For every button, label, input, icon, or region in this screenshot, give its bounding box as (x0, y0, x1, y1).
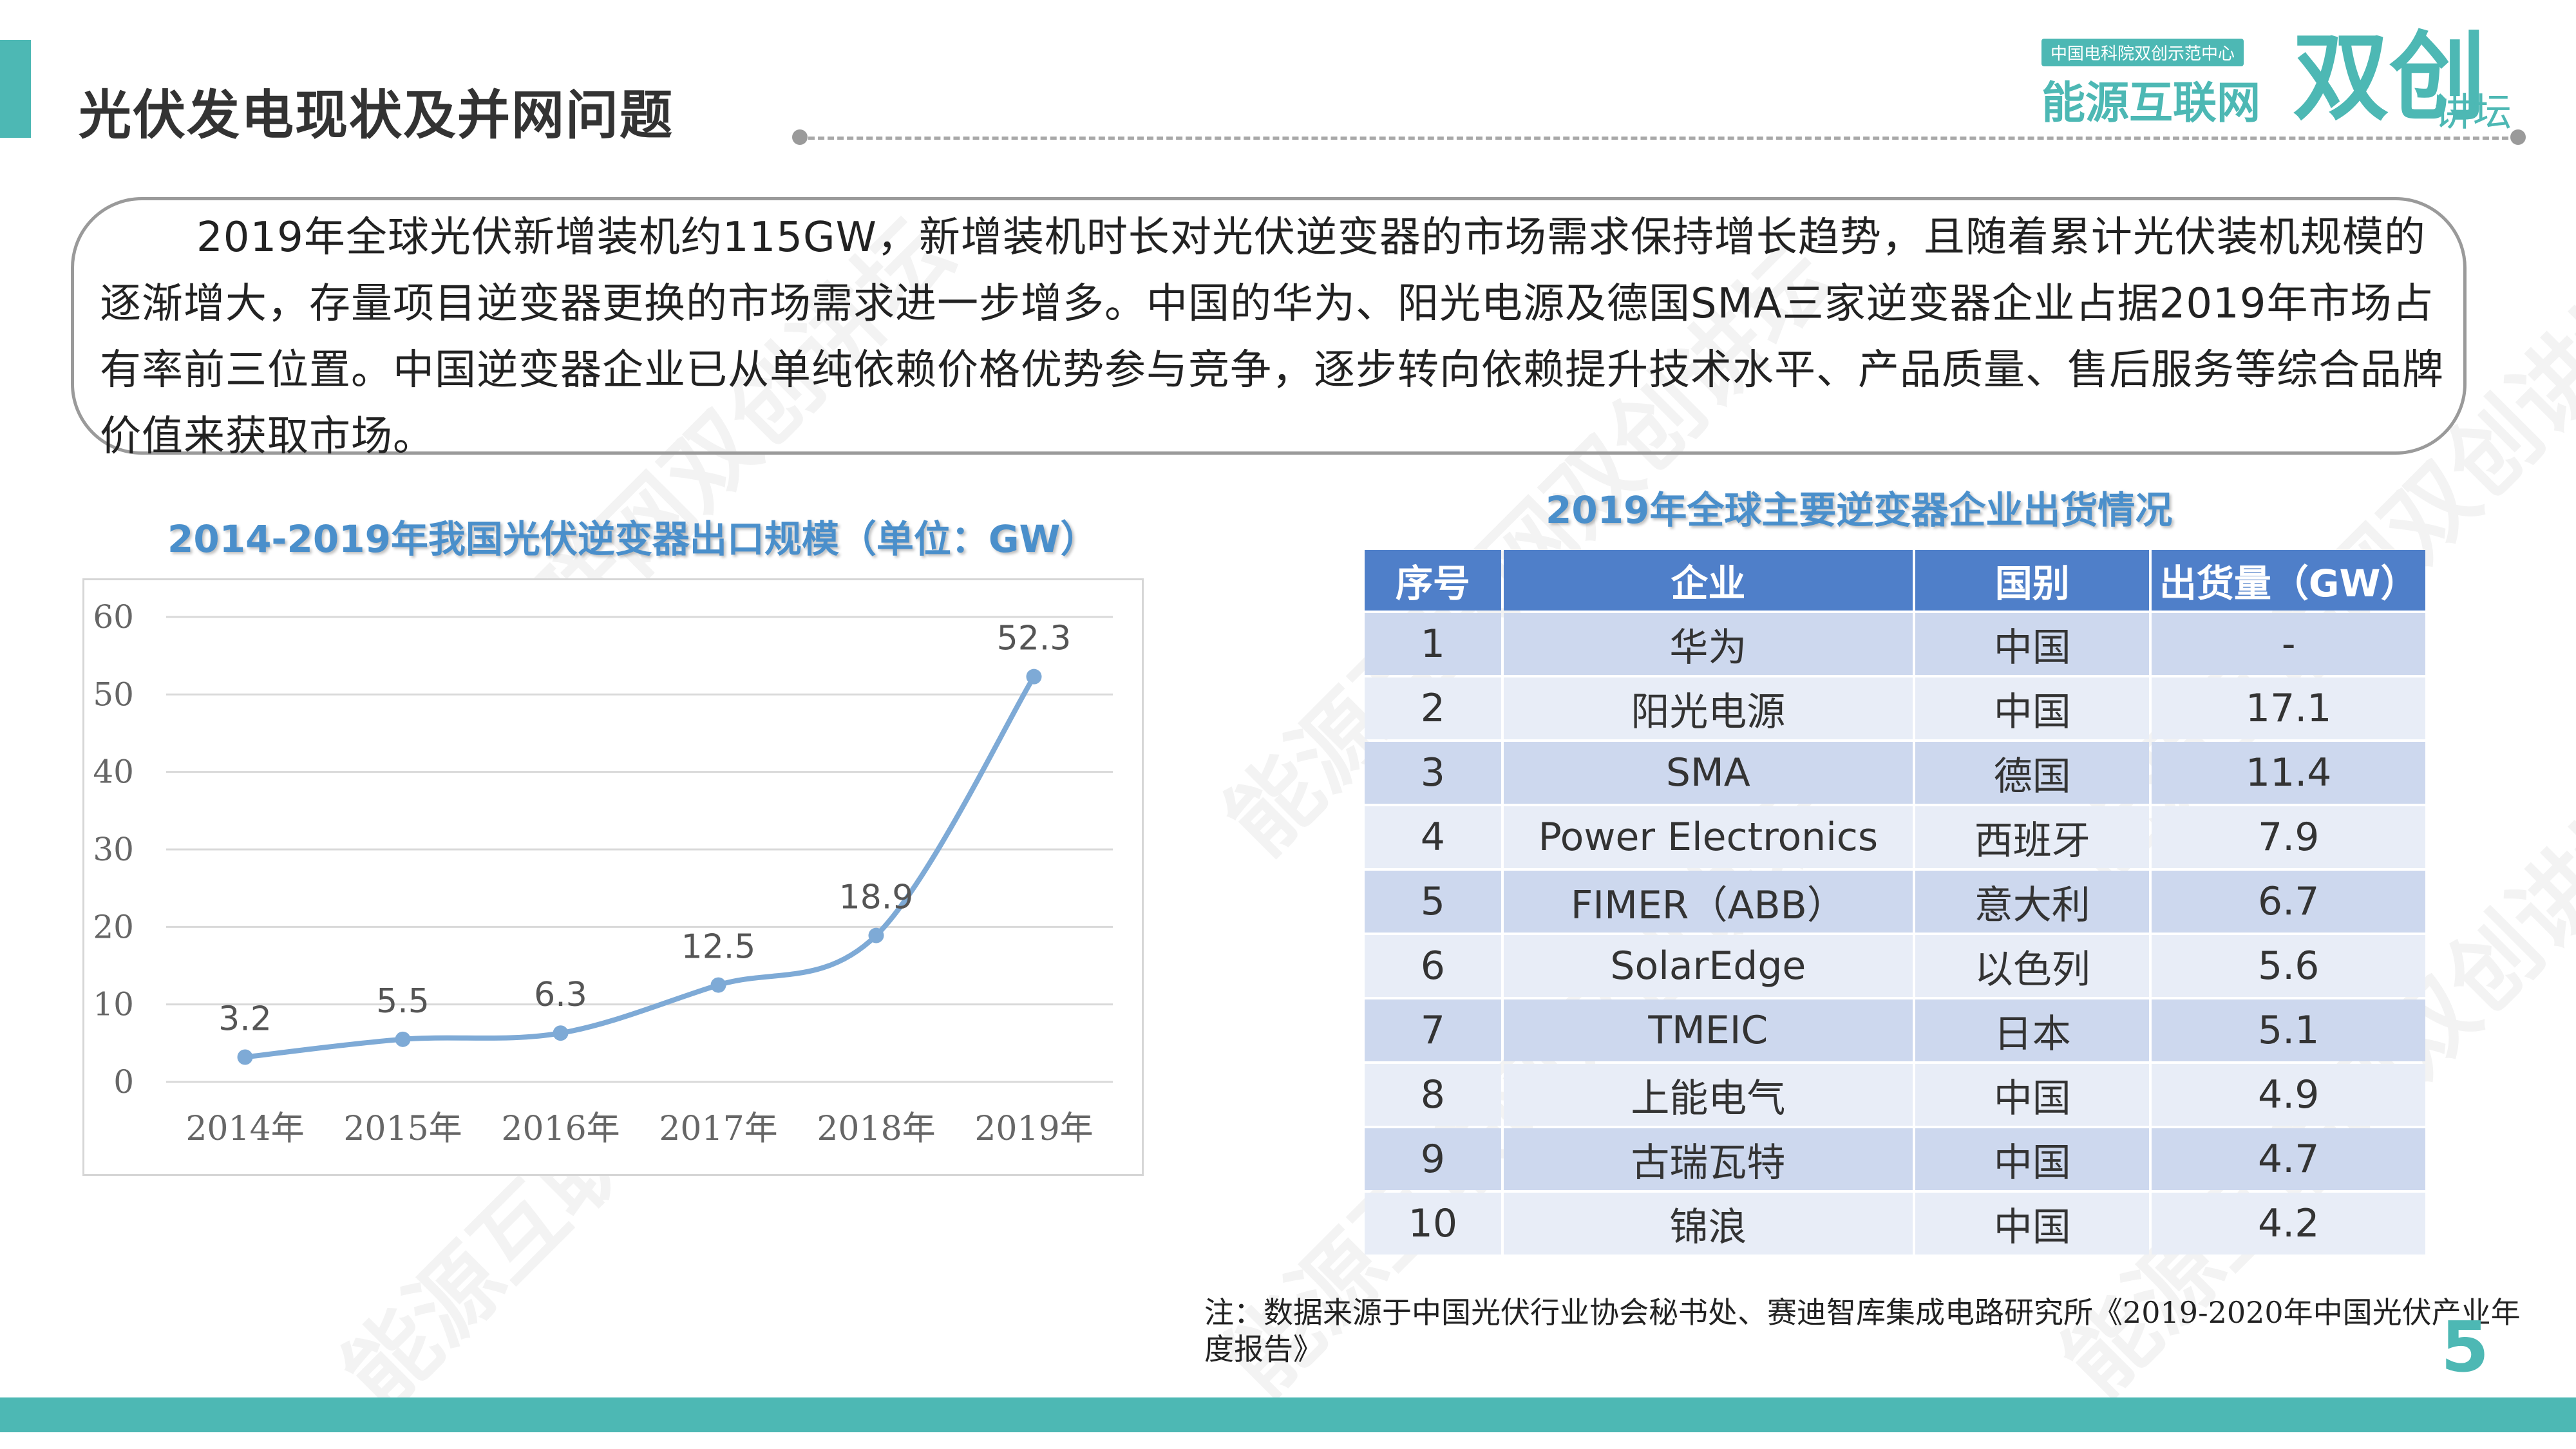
line-chart: 0 10 20 30 40 50 60 2014年 2015年 2016年 2017年 2018年 20… (93, 598, 1113, 1148)
divider-dot-left (792, 129, 808, 145)
table-row: 8 上能电气 中国 4.9 (1365, 1064, 2425, 1126)
header-cell-company: 企业 (1503, 550, 1913, 611)
cell-company: TMEIC (1503, 999, 1913, 1061)
y-tick-label: 50 (93, 676, 134, 713)
data-label: 52.3 (997, 620, 1072, 658)
cell-index: 3 (1365, 742, 1501, 804)
cell-shipment: - (2152, 613, 2425, 675)
cell-shipment: 5.1 (2152, 999, 2425, 1061)
data-label: 18.9 (839, 878, 914, 917)
cell-country: 中国 (1915, 613, 2150, 675)
data-label: 12.5 (681, 928, 756, 967)
logo-tag: 中国电科院双创示范中心 (2041, 39, 2244, 66)
cell-country: 日本 (1915, 999, 2150, 1061)
cell-country: 以色列 (1915, 935, 2150, 997)
x-tick-label: 2019年 (974, 1110, 1093, 1148)
y-tick-label: 0 (113, 1063, 134, 1101)
intro-paragraph: 2019年全球光伏新增装机约115GW，新增装机时长对光伏逆变器的市场需求保持增… (100, 214, 2444, 460)
series-line (245, 675, 1036, 1060)
y-tick-label: 30 (93, 831, 134, 868)
cell-company: Power Electronics (1503, 806, 1913, 868)
brand-logo: 中国电科院双创示范中心 能源互联网 双创 讲坛 (2041, 30, 2512, 135)
logo-main-text: 能源互联网 (2041, 78, 2261, 129)
cell-index: 4 (1365, 806, 1501, 868)
cell-shipment: 4.9 (2152, 1064, 2425, 1126)
cell-country: 意大利 (1915, 871, 2150, 933)
cell-company: 华为 (1503, 613, 1913, 675)
cell-shipment: 11.4 (2152, 742, 2425, 804)
cell-company: SMA (1503, 742, 1913, 804)
cell-shipment: 4.7 (2152, 1128, 2425, 1190)
x-tick-label: 2014年 (185, 1110, 304, 1148)
footer-bar (0, 1397, 2576, 1432)
cell-index: 6 (1365, 935, 1501, 997)
header-cell-shipment: 出货量（GW） (2152, 550, 2425, 611)
table-row: 3 SMA 德国 11.4 (1365, 742, 2425, 804)
header-divider (799, 137, 2518, 140)
source-note: 注：数据来源于中国光伏行业协会秘书处、赛迪智库集成电路研究所《2019-2020… (1204, 1295, 2521, 1367)
chart-title: 2014-2019年我国光伏逆变器出口规模（单位：GW） (167, 517, 1098, 561)
data-point (868, 927, 884, 943)
x-tick-label: 2018年 (817, 1110, 935, 1148)
cell-shipment: 7.9 (2152, 806, 2425, 868)
cell-country: 德国 (1915, 742, 2150, 804)
cell-index: 5 (1365, 871, 1501, 933)
y-tick-label: 10 (93, 986, 134, 1023)
cell-company: SolarEdge (1503, 935, 1913, 997)
table-row: 6 SolarEdge 以色列 5.6 (1365, 935, 2425, 997)
y-tick-label: 20 (93, 908, 134, 945)
cell-shipment: 17.1 (2152, 677, 2425, 739)
header-cell-country: 国别 (1915, 550, 2150, 611)
cell-company: FIMER（ABB） (1503, 871, 1913, 933)
cell-company: 上能电气 (1503, 1064, 1913, 1126)
x-tick-label: 2015年 (343, 1110, 462, 1148)
y-tick-label: 40 (93, 753, 134, 791)
cell-shipment: 4.2 (2152, 1193, 2425, 1255)
cell-country: 西班牙 (1915, 806, 2150, 868)
table-row: 10 锦浪 中国 4.2 (1365, 1193, 2425, 1255)
cell-country: 中国 (1915, 1064, 2150, 1126)
page-number: 5 (2441, 1307, 2490, 1388)
cell-country: 中国 (1915, 677, 2150, 739)
table-row: 4 Power Electronics 西班牙 7.9 (1365, 806, 2425, 868)
cell-index: 1 (1365, 613, 1501, 675)
table-row: 9 古瑞瓦特 中国 4.7 (1365, 1128, 2425, 1190)
cell-company: 古瑞瓦特 (1503, 1128, 1913, 1190)
data-label: 3.2 (218, 999, 272, 1038)
data-label: 6.3 (534, 976, 587, 1014)
cell-index: 2 (1365, 677, 1501, 739)
cell-shipment: 5.6 (2152, 935, 2425, 997)
table-row: 5 FIMER（ABB） 意大利 6.7 (1365, 871, 2425, 933)
x-tick-label: 2017年 (659, 1110, 777, 1148)
cell-company: 锦浪 (1503, 1193, 1913, 1255)
y-tick-label: 60 (93, 598, 134, 636)
table-row: 1 华为 中国 - (1365, 613, 2425, 675)
data-point (395, 1031, 411, 1047)
header-cell-index: 序号 (1365, 550, 1501, 611)
cell-country: 中国 (1915, 1128, 2150, 1190)
divider-dot-right (2510, 129, 2526, 145)
table-title: 2019年全球主要逆变器企业出货情况 (1546, 488, 2173, 532)
x-tick-label: 2016年 (501, 1110, 620, 1148)
table-row: 2 阳光电源 中国 17.1 (1365, 677, 2425, 739)
data-point (710, 977, 726, 993)
cell-country: 中国 (1915, 1193, 2150, 1255)
data-point (1026, 668, 1042, 685)
table-body: 1 华为 中国 -2 阳光电源 中国 17.1 3 SMA 德国 11.4 4 Power Electr… (1365, 613, 2425, 1255)
logo-forum-text: 讲坛 (2434, 90, 2512, 135)
cell-shipment: 6.7 (2152, 871, 2425, 933)
data-point (237, 1049, 253, 1065)
title-accent-bar (0, 40, 31, 138)
cell-index: 8 (1365, 1064, 1501, 1126)
table-row: 7 TMEIC 日本 5.1 (1365, 999, 2425, 1061)
data-point (553, 1025, 569, 1041)
cell-index: 10 (1365, 1193, 1501, 1255)
data-label: 5.5 (376, 982, 430, 1021)
cell-index: 7 (1365, 999, 1501, 1061)
cell-company: 阳光电源 (1503, 677, 1913, 739)
cell-index: 9 (1365, 1128, 1501, 1190)
page-title: 光伏发电现状及并网问题 (79, 85, 674, 146)
table-header-row: 序号 企业 国别 出货量（GW） (1365, 550, 2425, 611)
shipment-table: 序号 企业 国别 出货量（GW） 1 华为 中国 -2 阳光电源 中国 17.1 3 SMA 德国… (1362, 547, 2428, 1257)
